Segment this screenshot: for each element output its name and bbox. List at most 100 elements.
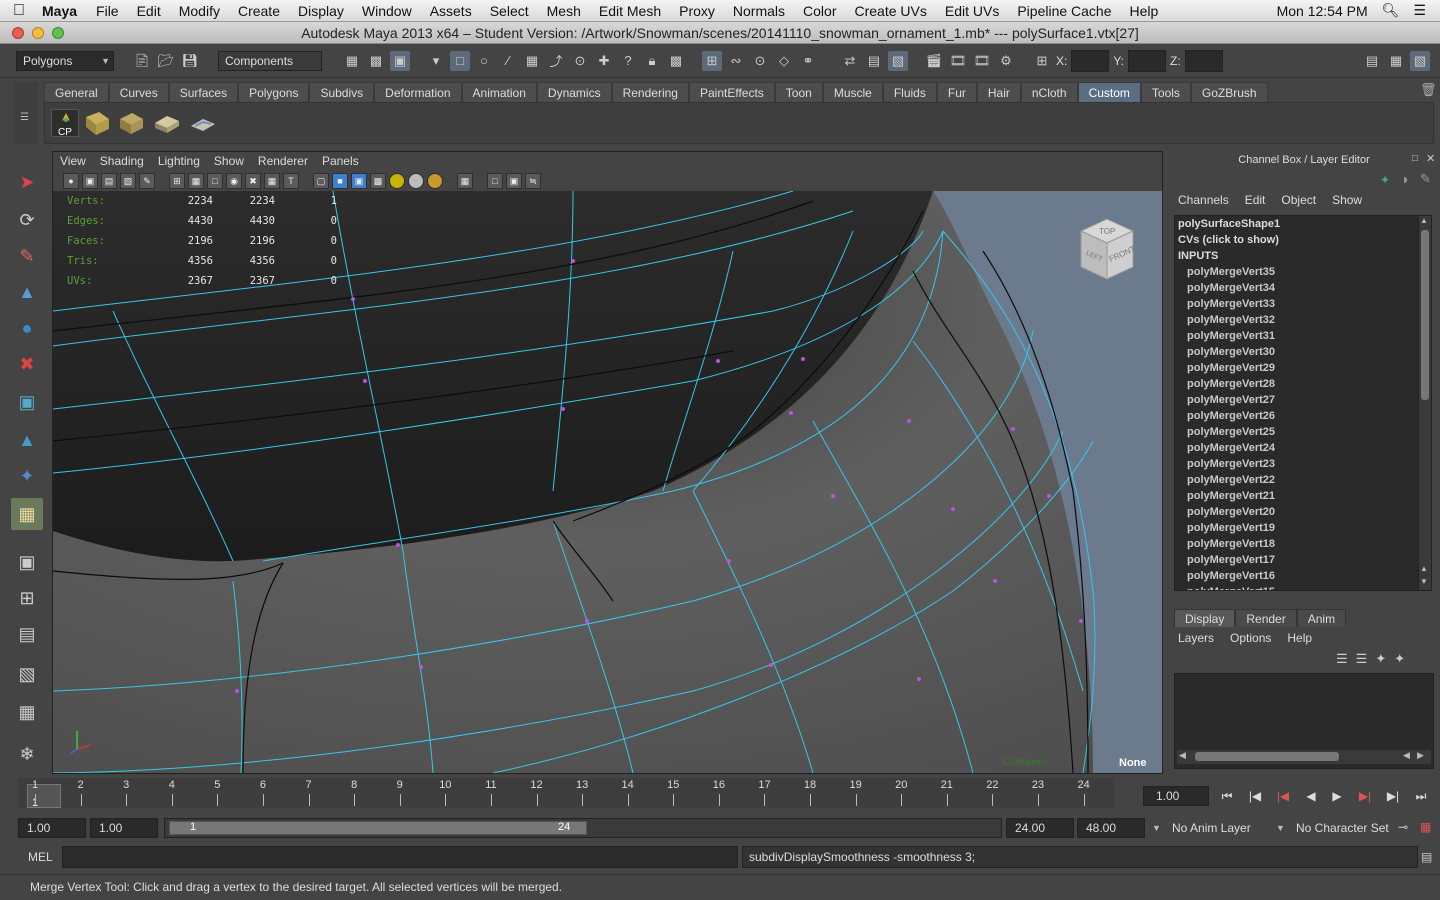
- field-chart-icon[interactable]: ✖: [245, 173, 261, 189]
- viewport-menu-show[interactable]: Show: [207, 152, 251, 171]
- channel-box-menu-edit[interactable]: Edit: [1245, 193, 1282, 211]
- safe-title-icon[interactable]: T: [283, 173, 299, 189]
- face-mask-icon[interactable]: ∕: [498, 51, 518, 71]
- smooth-shade-icon[interactable]: ■: [332, 173, 348, 189]
- character-set-dropdown[interactable]: No Character Set: [1290, 818, 1400, 838]
- layer-tab-render[interactable]: Render: [1235, 609, 1297, 627]
- current-frame-field[interactable]: 1.00: [1143, 786, 1209, 806]
- script-editor-button-icon[interactable]: ▤: [1421, 850, 1432, 864]
- animation-end-field[interactable]: 48.00: [1077, 818, 1145, 838]
- select-by-component-icon[interactable]: ▣: [390, 50, 410, 71]
- channel-box-item[interactable]: INPUTS: [1175, 248, 1425, 264]
- component-filter-icon[interactable]: ▾: [426, 51, 446, 71]
- layer-tab-anim[interactable]: Anim: [1296, 609, 1347, 627]
- menu-set-dropdown[interactable]: Polygons ▼: [16, 50, 114, 71]
- shelf-tab-dynamics[interactable]: Dynamics: [536, 82, 612, 102]
- menu-assets[interactable]: Assets: [421, 3, 481, 19]
- shelf-tab-fluids[interactable]: Fluids: [882, 82, 937, 102]
- float-panel-icon[interactable]: □: [1412, 153, 1418, 164]
- layer-move-up-icon[interactable]: ☰: [1336, 651, 1348, 667]
- render-current-frame-icon[interactable]: 🎞︎: [948, 51, 968, 71]
- viewcube[interactable]: TOP FRONT LEFT: [1077, 213, 1137, 283]
- channel-box-item[interactable]: polyMergeVert20: [1175, 504, 1425, 520]
- channel-box-menu-channels[interactable]: Channels: [1178, 193, 1245, 211]
- history-toggle-icon[interactable]: ▧: [888, 50, 908, 71]
- shelf-tab-subdivs[interactable]: Subdivs: [309, 82, 375, 102]
- go-to-end-icon[interactable]: ⏭︎: [1410, 786, 1432, 806]
- attribute-editor-toggle-icon[interactable]: ▤: [1362, 51, 1382, 71]
- play-backwards-icon[interactable]: ◀: [1300, 786, 1322, 806]
- shelf-options-icon[interactable]: ☰: [20, 112, 29, 123]
- menu-edit-uvs[interactable]: Edit UVs: [936, 3, 1008, 19]
- channel-box-item[interactable]: polyMergeVert33: [1175, 296, 1425, 312]
- scroll-thumb[interactable]: [1421, 230, 1429, 400]
- channel-box-item[interactable]: polyMergeVert35: [1175, 264, 1425, 280]
- four-view-layout-icon[interactable]: ⊞: [11, 582, 43, 614]
- channel-box-item[interactable]: polyMergeVert23: [1175, 456, 1425, 472]
- universal-manipulator-icon[interactable]: ▣: [11, 386, 43, 418]
- tool-settings-toggle-icon[interactable]: ▦: [1386, 51, 1406, 71]
- persp-graph-layout-icon[interactable]: ▧: [11, 658, 43, 690]
- menu-edit[interactable]: Edit: [128, 3, 170, 19]
- shelf-cp-button[interactable]: CP: [51, 109, 79, 138]
- snap-to-point-icon[interactable]: ⊙: [750, 51, 770, 71]
- select-camera-icon[interactable]: ●: [63, 173, 79, 189]
- channel-box-item[interactable]: polyMergeVert34: [1175, 280, 1425, 296]
- shelf-tab-toon[interactable]: Toon: [774, 82, 823, 102]
- x-field[interactable]: [1071, 49, 1110, 72]
- channel-box-item[interactable]: polyMergeVert30: [1175, 344, 1425, 360]
- y-field[interactable]: [1128, 49, 1167, 72]
- select-by-object-icon[interactable]: ▩: [366, 51, 386, 71]
- hull-mask-icon[interactable]: ⤴: [546, 51, 566, 71]
- edge-mask-icon[interactable]: ○: [474, 51, 494, 71]
- shelf-tab-muscle[interactable]: Muscle: [822, 82, 883, 102]
- snap-to-grid-icon[interactable]: ⊞: [702, 50, 722, 71]
- channel-box-item[interactable]: polyMergeVert19: [1175, 520, 1425, 536]
- time-slider[interactable]: 1 12345678910111213141516171819202122232…: [18, 778, 1114, 809]
- shadows-icon[interactable]: [427, 173, 443, 189]
- ipr-render-icon[interactable]: 🎞︎: [972, 51, 992, 71]
- viewport-menu-panels[interactable]: Panels: [315, 152, 366, 171]
- channel-box-item[interactable]: polyMergeVert17: [1175, 552, 1425, 568]
- input-output-icon[interactable]: ⇄: [840, 51, 860, 71]
- viewport-3d[interactable]: Verts: 2234 2234 1 Edges: 4430 4430 0 Faces: 2196…: [53, 191, 1162, 773]
- bookmarks-icon[interactable]: ▤: [101, 173, 117, 189]
- grid-toggle-icon[interactable]: ⊞: [169, 173, 185, 189]
- scroll-right-icon[interactable]: ▶: [1417, 750, 1424, 761]
- shelf-tab-polygons[interactable]: Polygons: [238, 82, 310, 102]
- animation-start-field[interactable]: 1.00: [18, 818, 86, 838]
- gate-mask-icon[interactable]: ◉: [226, 173, 242, 189]
- wireframe-icon[interactable]: ▢: [313, 173, 329, 189]
- script-editor-icon[interactable]: ❄: [11, 738, 43, 770]
- snap-to-curve-icon[interactable]: ∾: [726, 51, 746, 71]
- layer-menu-layers[interactable]: Layers: [1178, 631, 1230, 645]
- viewport-menu-shading[interactable]: Shading: [93, 152, 151, 171]
- scroll-left-icon[interactable]: ◀: [1403, 750, 1410, 761]
- shelf-tab-gozbrush[interactable]: GoZBrush: [1190, 82, 1268, 102]
- channel-box-item[interactable]: polySurfaceShape1: [1175, 216, 1425, 232]
- scale-tool-icon[interactable]: ✖: [11, 348, 43, 380]
- shelf-tool-1-icon[interactable]: [83, 109, 111, 137]
- xray-icon[interactable]: □: [487, 173, 503, 189]
- step-forward-frame-icon[interactable]: ▶|: [1382, 786, 1404, 806]
- shelf-tool-3-icon[interactable]: [153, 109, 181, 137]
- viewport-menu-renderer[interactable]: Renderer: [251, 152, 315, 171]
- menu-help[interactable]: Help: [1121, 3, 1168, 19]
- persp-outliner-layout-icon[interactable]: ▤: [11, 618, 43, 650]
- shelf-tab-curves[interactable]: Curves: [108, 82, 169, 102]
- save-scene-icon[interactable]: 💾︎: [180, 51, 200, 71]
- image-plane-icon[interactable]: ▧: [120, 173, 136, 189]
- channel-box-item[interactable]: polyMergeVert28: [1175, 376, 1425, 392]
- xray-active-icon[interactable]: ≒: [525, 173, 541, 189]
- command-language-toggle[interactable]: MEL: [28, 850, 53, 864]
- layer-menu-help[interactable]: Help: [1287, 631, 1328, 645]
- channel-box-item[interactable]: CVs (click to show): [1175, 232, 1425, 248]
- step-back-frame-icon[interactable]: |◀: [1244, 786, 1266, 806]
- app-menu-maya[interactable]: Maya: [38, 3, 87, 19]
- channel-box-item[interactable]: polyMergeVert15: [1175, 584, 1425, 590]
- menu-pipeline-cache[interactable]: Pipeline Cache: [1008, 3, 1120, 19]
- select-tool-icon[interactable]: ➤: [11, 166, 43, 198]
- paint-select-tool-icon[interactable]: ✎: [11, 240, 43, 272]
- construction-history-icon[interactable]: ▤: [864, 51, 884, 71]
- channel-box-item[interactable]: polyMergeVert22: [1175, 472, 1425, 488]
